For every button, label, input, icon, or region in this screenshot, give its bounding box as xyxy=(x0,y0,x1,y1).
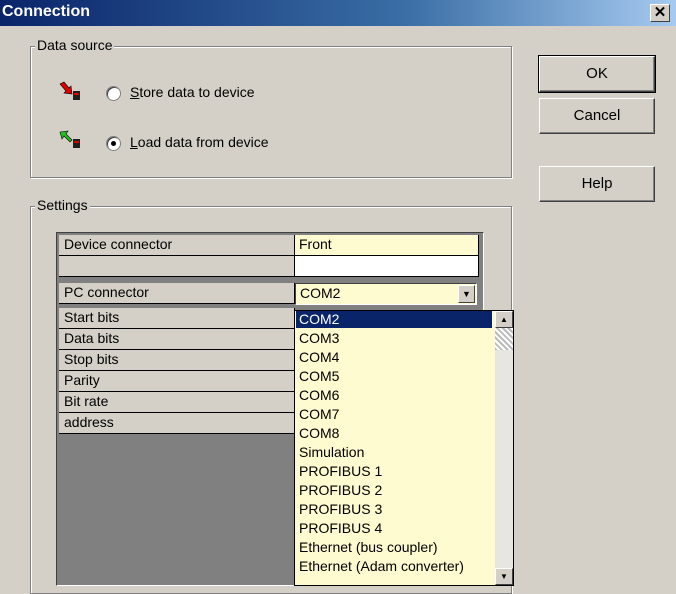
store-to-device-radio[interactable] xyxy=(106,86,121,101)
scroll-thumb[interactable] xyxy=(495,328,513,350)
table-row[interactable] xyxy=(59,256,479,277)
connection-dialog: Connection ✕ Data source Store data to d… xyxy=(0,0,676,594)
load-from-device-label[interactable]: Load data from device xyxy=(130,134,269,150)
setting-value[interactable]: Front xyxy=(295,235,479,256)
dropdown-button[interactable]: ▼ xyxy=(458,285,475,303)
table-row[interactable]: Device connector Front xyxy=(59,235,479,256)
arrow-down-icon: ▼ xyxy=(500,572,508,581)
close-icon: ✕ xyxy=(653,4,667,21)
setting-name: Start bits xyxy=(59,308,295,329)
dropdown-option[interactable]: Ethernet (Adam converter) xyxy=(296,558,492,575)
window-title: Connection xyxy=(2,3,90,20)
radio-selected-dot xyxy=(111,141,116,146)
store-to-device-icon xyxy=(59,81,80,100)
scroll-down-button[interactable]: ▼ xyxy=(495,568,513,585)
scroll-up-button[interactable]: ▲ xyxy=(495,311,513,328)
setting-name: Data bits xyxy=(59,329,295,350)
pc-connector-value: COM2 xyxy=(300,285,341,301)
chevron-down-icon: ▼ xyxy=(462,289,471,299)
arrow-up-icon: ▲ xyxy=(500,315,508,324)
dropdown-option[interactable]: PROFIBUS 1 xyxy=(296,463,492,480)
pc-connector-dropdown-list[interactable]: COM2 COM3 COM4 COM5 COM6 COM7 COM8 Simul… xyxy=(294,310,514,586)
data-source-legend: Data source xyxy=(35,37,115,53)
help-button[interactable]: Help xyxy=(539,166,655,202)
setting-name: PC connector xyxy=(59,283,295,304)
setting-name: Bit rate xyxy=(59,392,295,413)
setting-name xyxy=(59,256,295,277)
dropdown-option[interactable]: COM3 xyxy=(296,330,492,347)
dropdown-option[interactable]: PROFIBUS 2 xyxy=(296,482,492,499)
setting-value[interactable] xyxy=(295,256,479,277)
dropdown-option[interactable]: COM2 xyxy=(296,311,492,328)
dropdown-option[interactable]: PROFIBUS 4 xyxy=(296,520,492,537)
load-from-device-icon xyxy=(59,130,80,148)
pc-connector-combo[interactable]: COM2 ▼ xyxy=(295,283,477,305)
load-from-device-radio[interactable] xyxy=(106,136,121,151)
dropdown-option[interactable]: Simulation xyxy=(296,444,492,461)
dropdown-option[interactable]: Ethernet (bus coupler) xyxy=(296,539,492,556)
dropdown-option[interactable]: COM6 xyxy=(296,387,492,404)
dropdown-option[interactable]: COM5 xyxy=(296,368,492,385)
setting-name: Stop bits xyxy=(59,350,295,371)
title-bar[interactable]: Connection ✕ xyxy=(0,0,676,26)
dropdown-option[interactable]: COM7 xyxy=(296,406,492,423)
store-to-device-label[interactable]: Store data to device xyxy=(130,84,255,100)
setting-name: address xyxy=(59,413,295,434)
ok-button[interactable]: OK xyxy=(538,55,656,93)
data-source-group: Data source xyxy=(30,37,512,178)
cancel-button[interactable]: Cancel xyxy=(539,98,655,134)
dropdown-scrollbar[interactable]: ▲ ▼ xyxy=(495,311,513,585)
setting-name: Device connector xyxy=(59,235,295,256)
settings-legend: Settings xyxy=(35,197,90,213)
dropdown-option[interactable]: COM4 xyxy=(296,349,492,366)
dropdown-option[interactable]: COM8 xyxy=(296,425,492,442)
dropdown-option[interactable]: PROFIBUS 3 xyxy=(296,501,492,518)
setting-name: Parity xyxy=(59,371,295,392)
close-button[interactable]: ✕ xyxy=(650,4,670,22)
